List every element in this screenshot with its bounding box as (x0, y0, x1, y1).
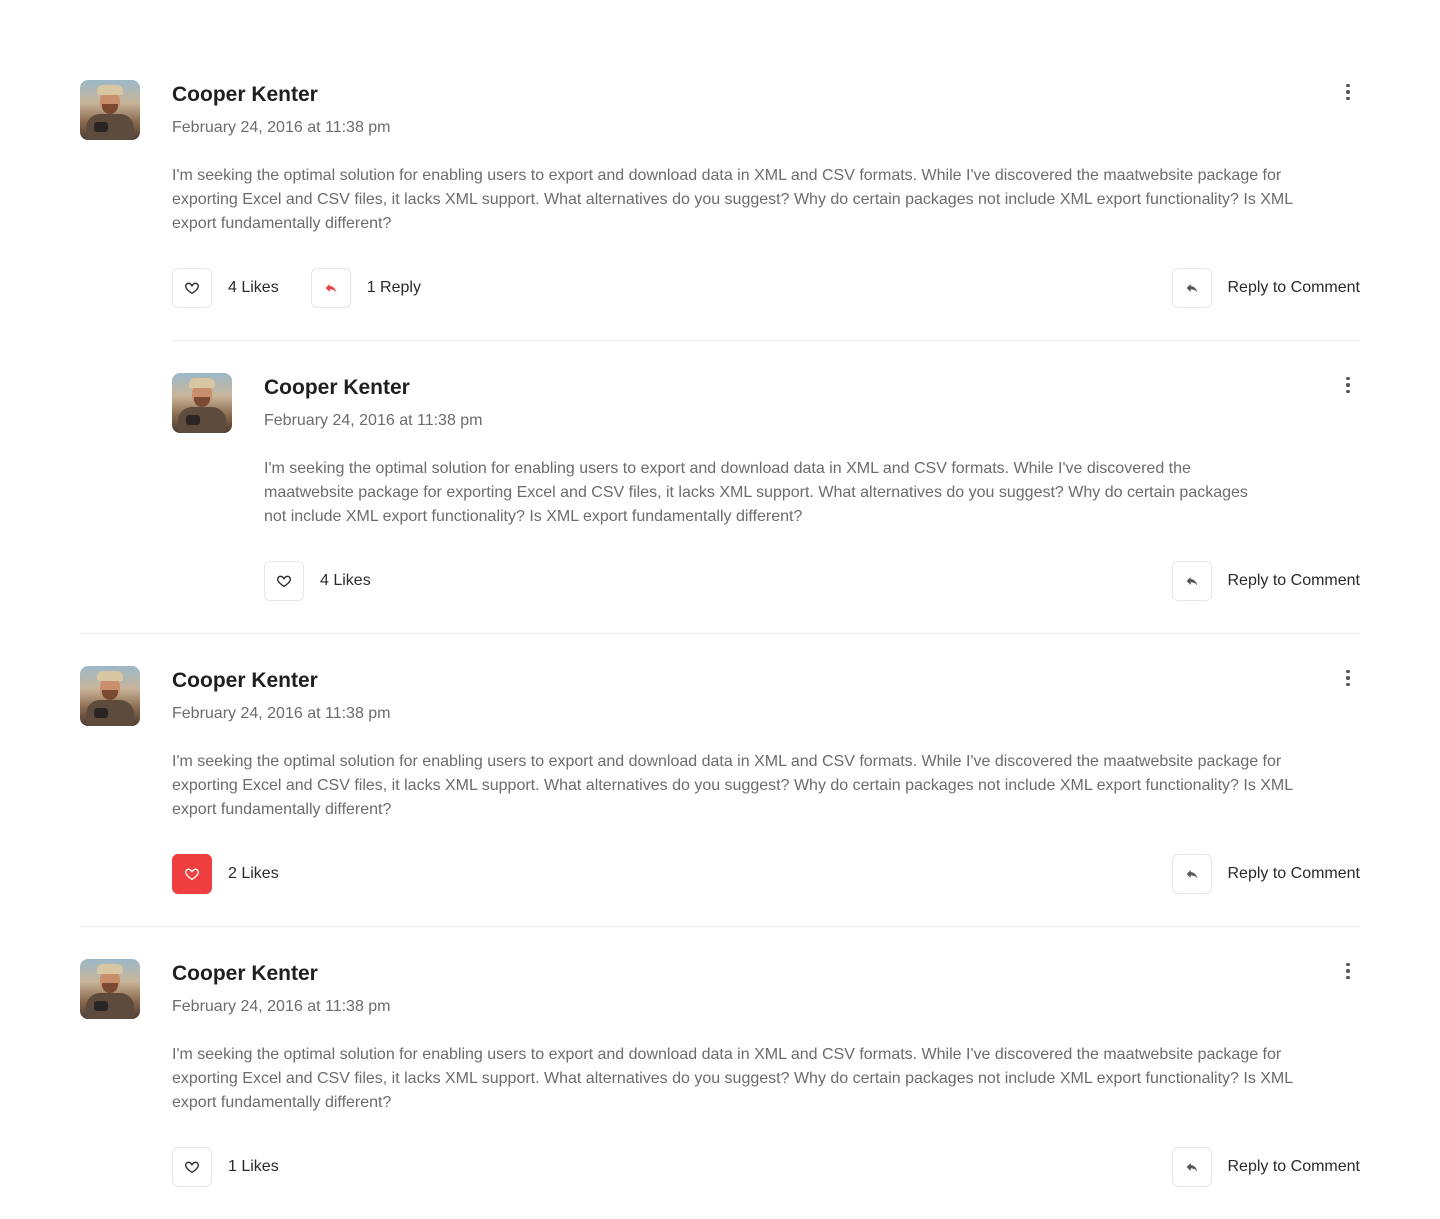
reply-to-comment-link[interactable]: Reply to Comment (1228, 279, 1361, 297)
reply-arrow-icon (325, 284, 337, 293)
like-button[interactable] (264, 561, 304, 601)
more-vertical-icon (1346, 83, 1350, 88)
more-vertical-icon (1346, 669, 1350, 674)
like-button[interactable] (172, 268, 212, 308)
comment: Cooper Kenter February 24, 2016 at 11:38… (80, 666, 1360, 894)
likes-count: 4 Likes (320, 572, 371, 589)
comment-reply: Cooper Kenter February 24, 2016 at 11:38… (172, 340, 1360, 601)
reply-arrow-icon (1186, 284, 1197, 293)
comment-author: Cooper Kenter (172, 962, 318, 985)
heart-icon (185, 868, 199, 880)
comments-list: Cooper Kenter February 24, 2016 at 11:38… (80, 80, 1360, 1219)
view-replies-button[interactable] (310, 268, 351, 308)
like-button[interactable] (172, 1147, 212, 1187)
reply-arrow-icon (1186, 870, 1197, 879)
comment-date: February 24, 2016 at 11:38 pm (172, 705, 391, 722)
comment-author: Cooper Kenter (172, 669, 318, 692)
comment-thread: Cooper Kenter February 24, 2016 at 11:38… (80, 80, 1360, 634)
reply-button[interactable] (1171, 268, 1212, 308)
reply-button[interactable] (1171, 1147, 1212, 1187)
comment-date: February 24, 2016 at 11:38 pm (172, 119, 391, 136)
comment-thread: Cooper Kenter February 24, 2016 at 11:38… (80, 927, 1360, 1219)
comment-text: I'm seeking the optimal solution for ena… (172, 1046, 1293, 1111)
reply-button[interactable] (1171, 854, 1212, 894)
reply-arrow-icon (1186, 577, 1197, 586)
more-vertical-icon (1346, 962, 1350, 967)
comment-text: I'm seeking the optimal solution for ena… (172, 167, 1293, 232)
avatar (80, 666, 140, 726)
reply-to-comment-link[interactable]: Reply to Comment (1228, 1158, 1361, 1176)
avatar (172, 373, 232, 433)
more-options-button[interactable] (1336, 959, 1360, 983)
comment-date: February 24, 2016 at 11:38 pm (172, 998, 391, 1015)
reply-button[interactable] (1171, 561, 1212, 601)
heart-icon (277, 575, 291, 587)
heart-icon (185, 1161, 199, 1173)
reply-to-comment-link[interactable]: Reply to Comment (1228, 865, 1361, 883)
reply-to-comment-link[interactable]: Reply to Comment (1228, 572, 1361, 590)
more-options-button[interactable] (1336, 80, 1360, 104)
avatar (80, 80, 140, 140)
more-options-button[interactable] (1336, 666, 1360, 690)
reply-arrow-icon (1186, 1163, 1197, 1172)
likes-count: 4 Likes (228, 279, 279, 296)
comment-text: I'm seeking the optimal solution for ena… (264, 460, 1248, 525)
comment-thread: Cooper Kenter February 24, 2016 at 11:38… (80, 634, 1360, 927)
heart-icon (185, 282, 199, 294)
comment-author: Cooper Kenter (172, 83, 318, 106)
more-options-button[interactable] (1336, 373, 1360, 397)
comment: Cooper Kenter February 24, 2016 at 11:38… (80, 959, 1360, 1187)
more-vertical-icon (1346, 376, 1350, 381)
comment-author: Cooper Kenter (264, 376, 410, 399)
avatar (80, 959, 140, 1019)
like-button[interactable] (172, 854, 212, 894)
comment: Cooper Kenter February 24, 2016 at 11:38… (80, 80, 1360, 308)
comment-text: I'm seeking the optimal solution for ena… (172, 753, 1293, 818)
likes-count: 1 Likes (228, 1158, 279, 1175)
comment-date: February 24, 2016 at 11:38 pm (264, 412, 483, 429)
replies-count[interactable]: 1 Reply (367, 279, 421, 297)
likes-count: 2 Likes (228, 865, 279, 882)
